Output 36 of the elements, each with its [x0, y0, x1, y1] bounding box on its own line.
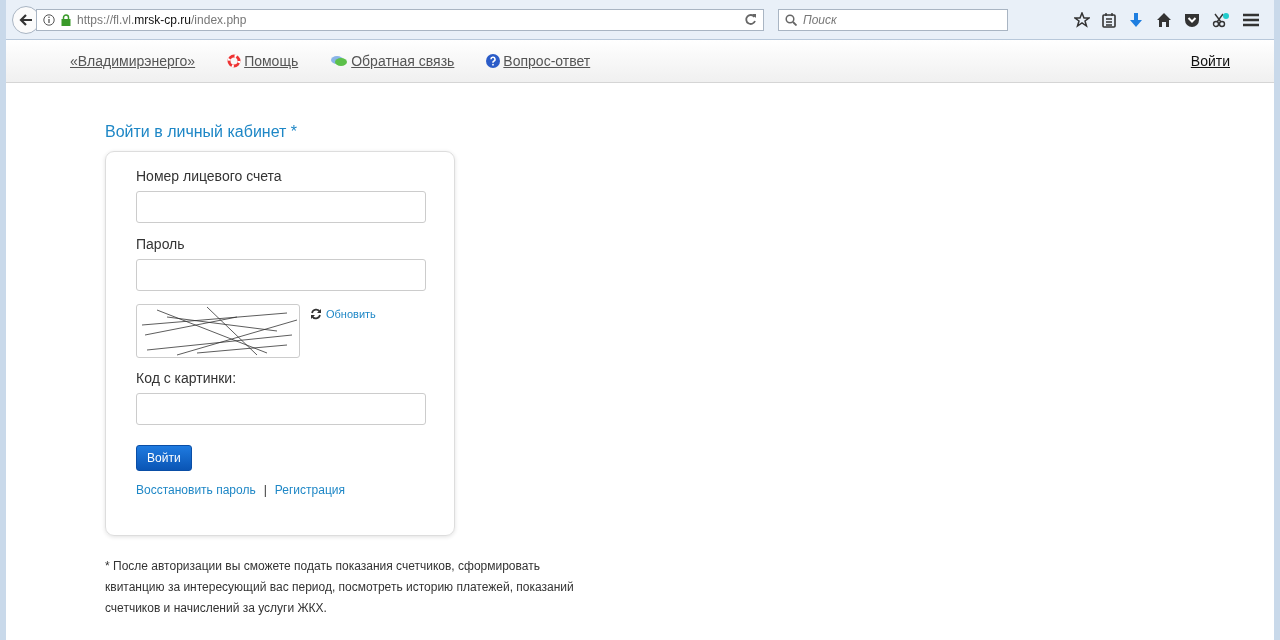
lifebuoy-icon	[227, 54, 242, 68]
reading-list-icon[interactable]	[1102, 11, 1116, 28]
pocket-icon[interactable]	[1184, 11, 1200, 28]
back-arrow-icon	[19, 12, 33, 27]
address-bar[interactable]: https://fl.vl.mrsk-cp.ru/index.php	[36, 8, 764, 31]
url-text: https://fl.vl.mrsk-cp.ru/index.php	[77, 12, 248, 27]
restore-password-link[interactable]: Восстановить пароль	[136, 483, 256, 497]
search-field[interactable]: Поиск	[778, 8, 1008, 31]
help-icon	[486, 54, 501, 68]
nav-link[interactable]: Вопрос-ответ	[503, 53, 591, 69]
input-field[interactable]	[136, 191, 426, 223]
home-icon[interactable]	[1156, 11, 1172, 28]
field-label: Номер лицевого счета	[136, 168, 283, 184]
info-icon[interactable]	[43, 13, 55, 26]
scissors-icon[interactable]	[1212, 11, 1230, 28]
reload-icon[interactable]	[744, 13, 757, 26]
nav-link[interactable]: Помощь	[244, 53, 299, 69]
lock-icon[interactable]	[61, 13, 71, 26]
field-label: Код с картинки:	[136, 370, 238, 386]
separator: |	[263, 483, 267, 497]
menu-icon[interactable]	[1242, 11, 1260, 28]
submit-button[interactable]: Войти	[136, 445, 192, 471]
input-field[interactable]	[136, 259, 426, 291]
login-link[interactable]: Войти	[1190, 53, 1230, 69]
bookmark-star-icon[interactable]	[1074, 11, 1090, 28]
footnote-text: * После авторизации вы сможете подать показания счетчиков, сформировать квитанцию за интересующий вас период, посмотреть историю платежей, показаний счетчиков и начислений за услуги ЖКХ.	[105, 558, 575, 617]
register-link[interactable]: Регистрация	[274, 483, 345, 497]
login-heading: Войти в личный кабинет *	[105, 123, 299, 141]
speech-bubbles-icon	[330, 54, 349, 68]
field-label: Пароль	[136, 236, 186, 252]
input-field[interactable]	[136, 393, 426, 425]
nav-link[interactable]: «Владимирэнерго»	[70, 53, 196, 69]
download-arrow-icon[interactable]	[1128, 11, 1144, 28]
refresh-link[interactable]: Обновить	[310, 308, 376, 358]
refresh-icon	[310, 308, 322, 320]
nav-link[interactable]: Обратная связь	[351, 53, 455, 69]
